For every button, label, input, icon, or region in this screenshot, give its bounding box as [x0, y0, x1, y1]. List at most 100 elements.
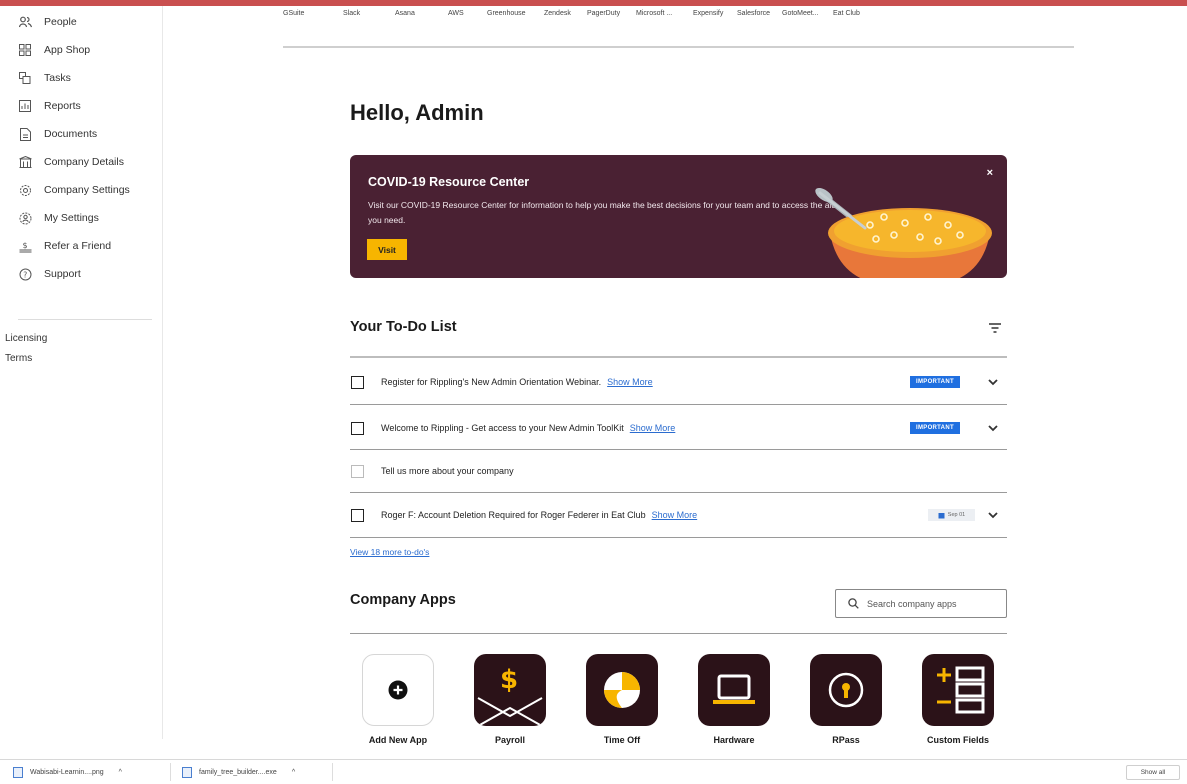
custom-fields-app-tile[interactable]	[922, 654, 994, 726]
sidebar-item-label: Company Details	[44, 156, 124, 168]
sidebar-divider	[18, 319, 152, 320]
app-strip-item[interactable]: Zendesk	[544, 10, 587, 17]
grid-icon	[18, 43, 32, 57]
search-company-apps-input[interactable]: Search company apps	[835, 589, 1007, 618]
app-strip-item[interactable]: AWS	[448, 10, 487, 17]
todo-checkbox[interactable]	[351, 508, 364, 522]
top-accent-bar	[0, 0, 1187, 6]
chevron-up-icon[interactable]: ^	[292, 769, 295, 776]
show-more-link[interactable]: Show More	[652, 510, 698, 520]
todo-text: Tell us more about your company	[381, 466, 514, 476]
sidebar-item-label: Support	[44, 268, 81, 280]
sidebar-item-tasks[interactable]: Tasks	[18, 68, 71, 88]
search-placeholder: Search company apps	[867, 598, 957, 609]
app-strip-item[interactable]: PagerDuty	[587, 10, 636, 17]
todo-divider	[350, 492, 1007, 493]
sidebar-item-people[interactable]: People	[18, 12, 77, 32]
licensing-link[interactable]: Licensing	[5, 333, 47, 344]
filter-icon[interactable]	[988, 322, 1002, 334]
show-more-link[interactable]: Show More	[607, 377, 653, 387]
app-label: Custom Fields	[926, 735, 989, 745]
banner-text: Visit our COVID-19 Resource Center for i…	[368, 200, 837, 225]
todo-item[interactable]: Welcome to Rippling - Get access to your…	[350, 414, 1007, 442]
app-label: Hardware	[713, 735, 755, 745]
terms-link[interactable]: Terms	[5, 353, 32, 364]
app-strip-item[interactable]: Asana	[395, 10, 448, 17]
sidebar-item-company-settings[interactable]: Company Settings	[18, 180, 130, 200]
chevron-down-icon[interactable]	[988, 511, 998, 519]
app-strip-item[interactable]: Greenhouse	[487, 10, 544, 17]
app-strip-item[interactable]: Expensify	[693, 10, 737, 17]
hardware-app-tile[interactable]	[698, 654, 770, 726]
tasks-icon	[18, 71, 32, 85]
app-strip-item[interactable]: Slack	[343, 10, 395, 17]
todo-divider	[350, 537, 1007, 538]
todo-divider	[350, 356, 1007, 358]
app-strip-item[interactable]: Eat Club	[833, 10, 873, 17]
chevron-down-icon[interactable]	[988, 424, 998, 432]
sidebar-item-label: Company Settings	[44, 184, 130, 196]
beach-ball-icon	[604, 672, 640, 708]
app-strip-item[interactable]: GSuite	[283, 10, 343, 17]
sidebar-item-refer-a-friend[interactable]: $ Refer a Friend	[18, 236, 111, 256]
sidebar-item-company-details[interactable]: Company Details	[18, 152, 124, 172]
sidebar-item-reports[interactable]: Reports	[18, 96, 81, 116]
soup-illustration	[815, 187, 992, 278]
todo-item[interactable]: Tell us more about your company	[350, 457, 1007, 485]
banner-title: COVID-19 Resource Center	[368, 175, 530, 189]
download-bar: Wabisabi-Learnin....png ^ family_tree_bu…	[0, 759, 1187, 784]
strip-divider	[283, 46, 1074, 48]
todo-checkbox[interactable]	[351, 464, 364, 478]
show-all-button[interactable]: Show all	[1126, 765, 1180, 780]
covid-banner: COVID-19 Resource Center Visit our COVID…	[350, 155, 1007, 278]
todo-item[interactable]: Register for Rippling's New Admin Orient…	[350, 368, 1007, 396]
app-label: RPass	[832, 735, 860, 745]
view-more-todos-link[interactable]: View 18 more to-do's	[350, 547, 429, 557]
user-gear-icon	[18, 211, 32, 225]
dollar-hand-icon: $	[18, 239, 32, 253]
app-strip-item[interactable]: Salesforce	[737, 10, 782, 17]
app-strip-item[interactable]: GotoMeet...	[782, 10, 833, 17]
chevron-down-icon[interactable]	[988, 378, 998, 386]
app-strip-item[interactable]: Microsoft ...	[636, 10, 693, 17]
visit-button[interactable]: Visit	[367, 239, 407, 260]
custom-fields-icon	[937, 666, 985, 714]
todo-checkbox[interactable]	[351, 375, 364, 389]
sidebar-item-support[interactable]: ? Support	[18, 264, 81, 284]
sidebar-item-label: My Settings	[44, 212, 99, 224]
download-item[interactable]: Wabisabi-Learnin....png ^	[13, 765, 122, 780]
sidebar: People App Shop Tasks Reports Documents …	[0, 6, 163, 739]
important-badge: IMPORTANT	[910, 376, 960, 388]
sidebar-item-label: Reports	[44, 100, 81, 112]
todo-text: Register for Rippling's New Admin Orient…	[381, 377, 602, 387]
sidebar-item-label: Documents	[44, 128, 98, 140]
todo-title: Your To-Do List	[350, 319, 457, 335]
todo-divider	[350, 449, 1007, 450]
show-more-link[interactable]: Show More	[630, 423, 676, 433]
todo-checkbox[interactable]	[351, 421, 364, 435]
download-separator	[332, 763, 333, 781]
sidebar-item-app-shop[interactable]: App Shop	[18, 40, 90, 60]
sidebar-item-documents[interactable]: Documents	[18, 124, 97, 144]
payroll-app-tile[interactable]: $	[474, 654, 546, 726]
apps-divider	[350, 633, 1007, 634]
todo-item[interactable]: Roger F: Account Deletion Required for R…	[350, 501, 1007, 529]
app-label: Time Off	[603, 735, 641, 745]
chevron-up-icon[interactable]: ^	[119, 769, 122, 776]
time-off-app-tile[interactable]	[586, 654, 658, 726]
app-label: Add New App	[368, 735, 428, 745]
todo-divider	[350, 404, 1007, 405]
document-icon	[18, 127, 32, 141]
rpass-app-tile[interactable]	[810, 654, 882, 726]
sidebar-item-my-settings[interactable]: My Settings	[18, 208, 99, 228]
page-title: Hello, Admin	[350, 100, 484, 125]
sidebar-item-label: People	[44, 16, 77, 28]
add-new-app-tile[interactable]	[362, 654, 434, 726]
laptop-icon	[713, 674, 755, 704]
download-filename: Wabisabi-Learnin....png	[30, 769, 104, 776]
sidebar-item-label: Tasks	[44, 72, 71, 84]
sidebar-item-label: Refer a Friend	[44, 240, 112, 252]
todo-text: Roger F: Account Deletion Required for R…	[381, 510, 646, 520]
download-item[interactable]: family_tree_builder....exe ^	[182, 765, 295, 780]
todo-text: Welcome to Rippling - Get access to your…	[381, 423, 624, 433]
